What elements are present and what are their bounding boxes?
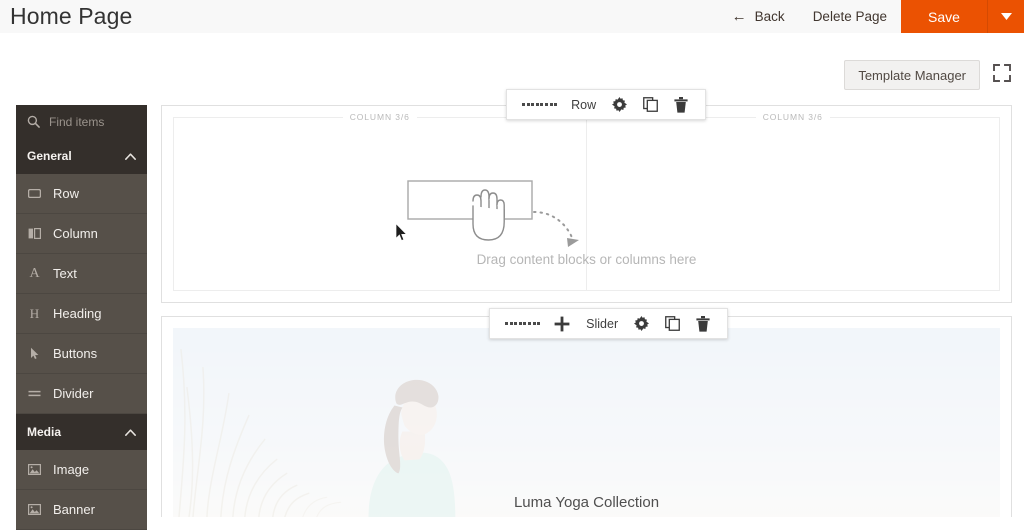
canvas-toolbar: Template Manager xyxy=(0,33,1024,93)
page-title: Home Page xyxy=(10,3,133,29)
copy-icon[interactable] xyxy=(635,90,666,119)
save-button-label: Save xyxy=(928,8,960,25)
arrow-left-icon: ← xyxy=(731,8,747,25)
sidebar-item-divider[interactable]: Divider xyxy=(16,374,147,414)
caret-down-icon xyxy=(1000,13,1012,20)
sidebar-item-text-label: Text xyxy=(53,266,77,281)
column-icon xyxy=(27,228,42,239)
text-icon: A xyxy=(29,265,40,281)
drop-hint-text: Drag content blocks or columns here xyxy=(476,252,697,267)
search-icon xyxy=(27,115,40,128)
divider-icon xyxy=(27,390,42,397)
template-manager-button[interactable]: Template Manager xyxy=(844,60,980,90)
sidebar-item-banner[interactable]: Banner xyxy=(16,490,147,530)
fullscreen-expand-icon[interactable] xyxy=(992,63,1012,83)
yoga-photo xyxy=(173,328,1000,517)
sidebar-item-image[interactable]: Image xyxy=(16,450,147,490)
top-header-bar: Home Page ← Back Delete Page Save xyxy=(0,0,1024,34)
banner-icon xyxy=(27,504,42,515)
sidebar-item-column[interactable]: Column xyxy=(16,214,147,254)
buttons-cursor-icon xyxy=(27,347,42,360)
sidebar-group-media-label: Media xyxy=(27,425,62,439)
slider-toolbar-label[interactable]: Slider xyxy=(578,317,626,331)
save-split-caret-button[interactable] xyxy=(987,0,1024,33)
drag-grip-icon[interactable] xyxy=(516,90,563,119)
sidebar-item-divider-label: Divider xyxy=(53,386,94,401)
row-element-toolbar: Row xyxy=(506,89,707,120)
delete-page-button[interactable]: Delete Page xyxy=(799,0,901,33)
sidebar-item-text[interactable]: A Text xyxy=(16,254,147,294)
sidebar-item-heading-label: Heading xyxy=(53,306,102,321)
sidebar-group-general[interactable]: General xyxy=(16,138,147,174)
sidebar-item-row-label: Row xyxy=(53,186,80,201)
sidebar-search-row[interactable] xyxy=(16,105,147,138)
drag-grip-icon[interactable] xyxy=(499,309,546,338)
header-spacer xyxy=(132,0,717,33)
copy-icon[interactable] xyxy=(657,309,688,338)
row-toolbar-label[interactable]: Row xyxy=(563,98,604,112)
save-button[interactable]: Save xyxy=(901,0,987,33)
banner-caption: Luma Yoga Collection xyxy=(513,494,660,511)
search-input[interactable] xyxy=(49,114,141,129)
gear-icon[interactable] xyxy=(626,309,657,338)
row-inner-frame: COLUMN 3/6 COLUMN 3/6 Drag content block… xyxy=(173,112,1000,291)
row-icon xyxy=(27,189,42,198)
back-button[interactable]: ← Back xyxy=(718,0,799,33)
gear-icon[interactable] xyxy=(604,90,635,119)
sidebar-item-heading[interactable]: H Heading xyxy=(16,294,147,334)
chevron-up-icon xyxy=(125,152,136,160)
column-right-label: COLUMN 3/6 xyxy=(755,112,830,122)
sidebar-item-buttons-label: Buttons xyxy=(53,346,98,361)
heading-icon: H xyxy=(29,305,40,321)
sidebar-group-general-label: General xyxy=(27,149,72,163)
delete-page-button-label: Delete Page xyxy=(812,9,887,24)
chevron-up-icon xyxy=(125,428,136,436)
sidebar-item-column-label: Column xyxy=(53,226,98,241)
components-sidebar: General Row Column A Text H Heading xyxy=(16,105,147,530)
trash-icon[interactable] xyxy=(688,309,718,338)
sidebar-group-media[interactable]: Media xyxy=(16,414,147,450)
sidebar-item-buttons[interactable]: Buttons xyxy=(16,334,147,374)
template-manager-label: Template Manager xyxy=(858,67,966,83)
slider-element-toolbar: Slider xyxy=(489,308,729,339)
canvas-row-slider[interactable]: Luma Yoga Collection xyxy=(161,316,1012,517)
trash-icon[interactable] xyxy=(666,90,696,119)
sidebar-item-banner-label: Banner xyxy=(53,502,95,517)
canvas-row-empty[interactable]: COLUMN 3/6 COLUMN 3/6 Drag content block… xyxy=(161,105,1012,303)
plus-icon[interactable] xyxy=(546,309,578,338)
sidebar-item-image-label: Image xyxy=(53,462,90,477)
image-icon xyxy=(27,464,42,475)
column-left-label: COLUMN 3/6 xyxy=(342,112,417,122)
banner-slider-image[interactable]: Luma Yoga Collection xyxy=(173,328,1000,517)
back-button-label: Back xyxy=(754,9,785,24)
sidebar-item-row[interactable]: Row xyxy=(16,174,147,214)
